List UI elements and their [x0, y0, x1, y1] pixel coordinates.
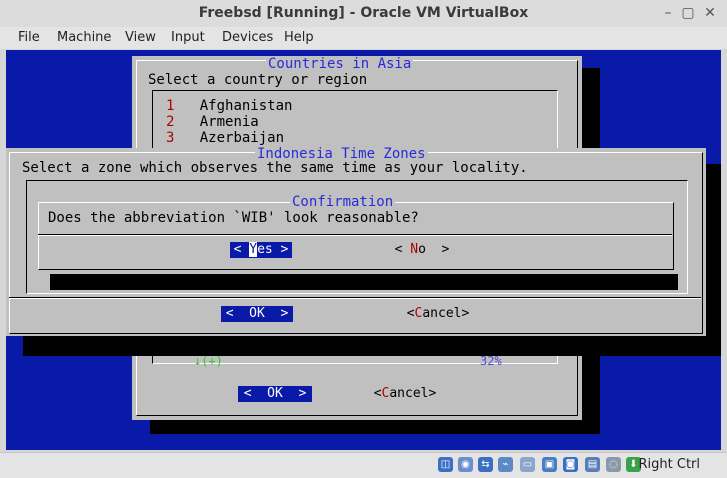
confirm-dialog: Confirmation Does the abbreviation `WIB'…	[34, 194, 678, 274]
scroll-percent: 32%	[480, 354, 502, 368]
countries-dialog-title: Countries in Asia	[266, 56, 414, 72]
menu-file[interactable]: File	[18, 30, 40, 45]
zones-ok-button[interactable]: < OK >	[221, 306, 293, 322]
cpu-icon[interactable]: ▤	[585, 457, 600, 472]
minimize-icon[interactable]: –	[660, 5, 676, 21]
menu-help[interactable]: Help	[284, 30, 314, 45]
yes-button[interactable]: < Yes >	[230, 242, 292, 258]
optical-icon[interactable]: ◉	[458, 457, 473, 472]
scroll-indicator: ↓(+)	[194, 354, 223, 368]
window-titlebar: Freebsd [Running] - Oracle VM VirtualBox…	[0, 0, 727, 28]
countries-ok-button[interactable]: < OK >	[238, 386, 312, 402]
countries-prompt: Select a country or region	[148, 72, 368, 88]
list-item[interactable]: 1 Afghanistan	[166, 98, 292, 114]
vm-screen[interactable]: Countries in Asia Select a country or re…	[6, 50, 721, 450]
list-item[interactable]: 2 Armenia	[166, 114, 259, 130]
window-title: Freebsd [Running] - Oracle VM VirtualBox	[198, 5, 529, 21]
usb-icon[interactable]: ⌁	[498, 457, 513, 472]
display-icon[interactable]: ▣	[542, 457, 557, 472]
menu-bar: File Machine View Input Devices Help	[0, 27, 727, 49]
status-bar: ◫ ◉ ⇆ ⌁ ▭ ▣ ◙ ▤ ◌ ⬇ Right Ctrl	[0, 452, 727, 478]
hdd-icon[interactable]: ◫	[438, 457, 453, 472]
menu-devices[interactable]: Devices	[222, 30, 273, 45]
zones-cancel-button[interactable]: <Cancel>	[401, 306, 475, 322]
shared-folder-icon[interactable]: ▭	[520, 457, 535, 472]
maximize-icon[interactable]: ▢	[680, 5, 696, 21]
list-item[interactable]: 3 Azerbaijan	[166, 130, 284, 146]
host-key-label: Right Ctrl	[638, 457, 701, 472]
mouse-icon[interactable]: ◌	[606, 457, 621, 472]
close-icon[interactable]: ✕	[702, 5, 718, 21]
video-capture-icon[interactable]: ◙	[563, 457, 578, 472]
confirm-question: Does the abbreviation `WIB' look reasona…	[48, 210, 419, 226]
countries-cancel-button[interactable]: <Cancel>	[368, 386, 442, 402]
no-button[interactable]: < No >	[390, 242, 454, 258]
zones-prompt: Select a zone which observes the same ti…	[22, 160, 528, 176]
network-icon[interactable]: ⇆	[478, 457, 493, 472]
menu-machine[interactable]: Machine	[57, 30, 111, 45]
menu-input[interactable]: Input	[171, 30, 205, 45]
menu-view[interactable]: View	[125, 30, 156, 45]
confirm-dialog-title: Confirmation	[290, 194, 396, 210]
